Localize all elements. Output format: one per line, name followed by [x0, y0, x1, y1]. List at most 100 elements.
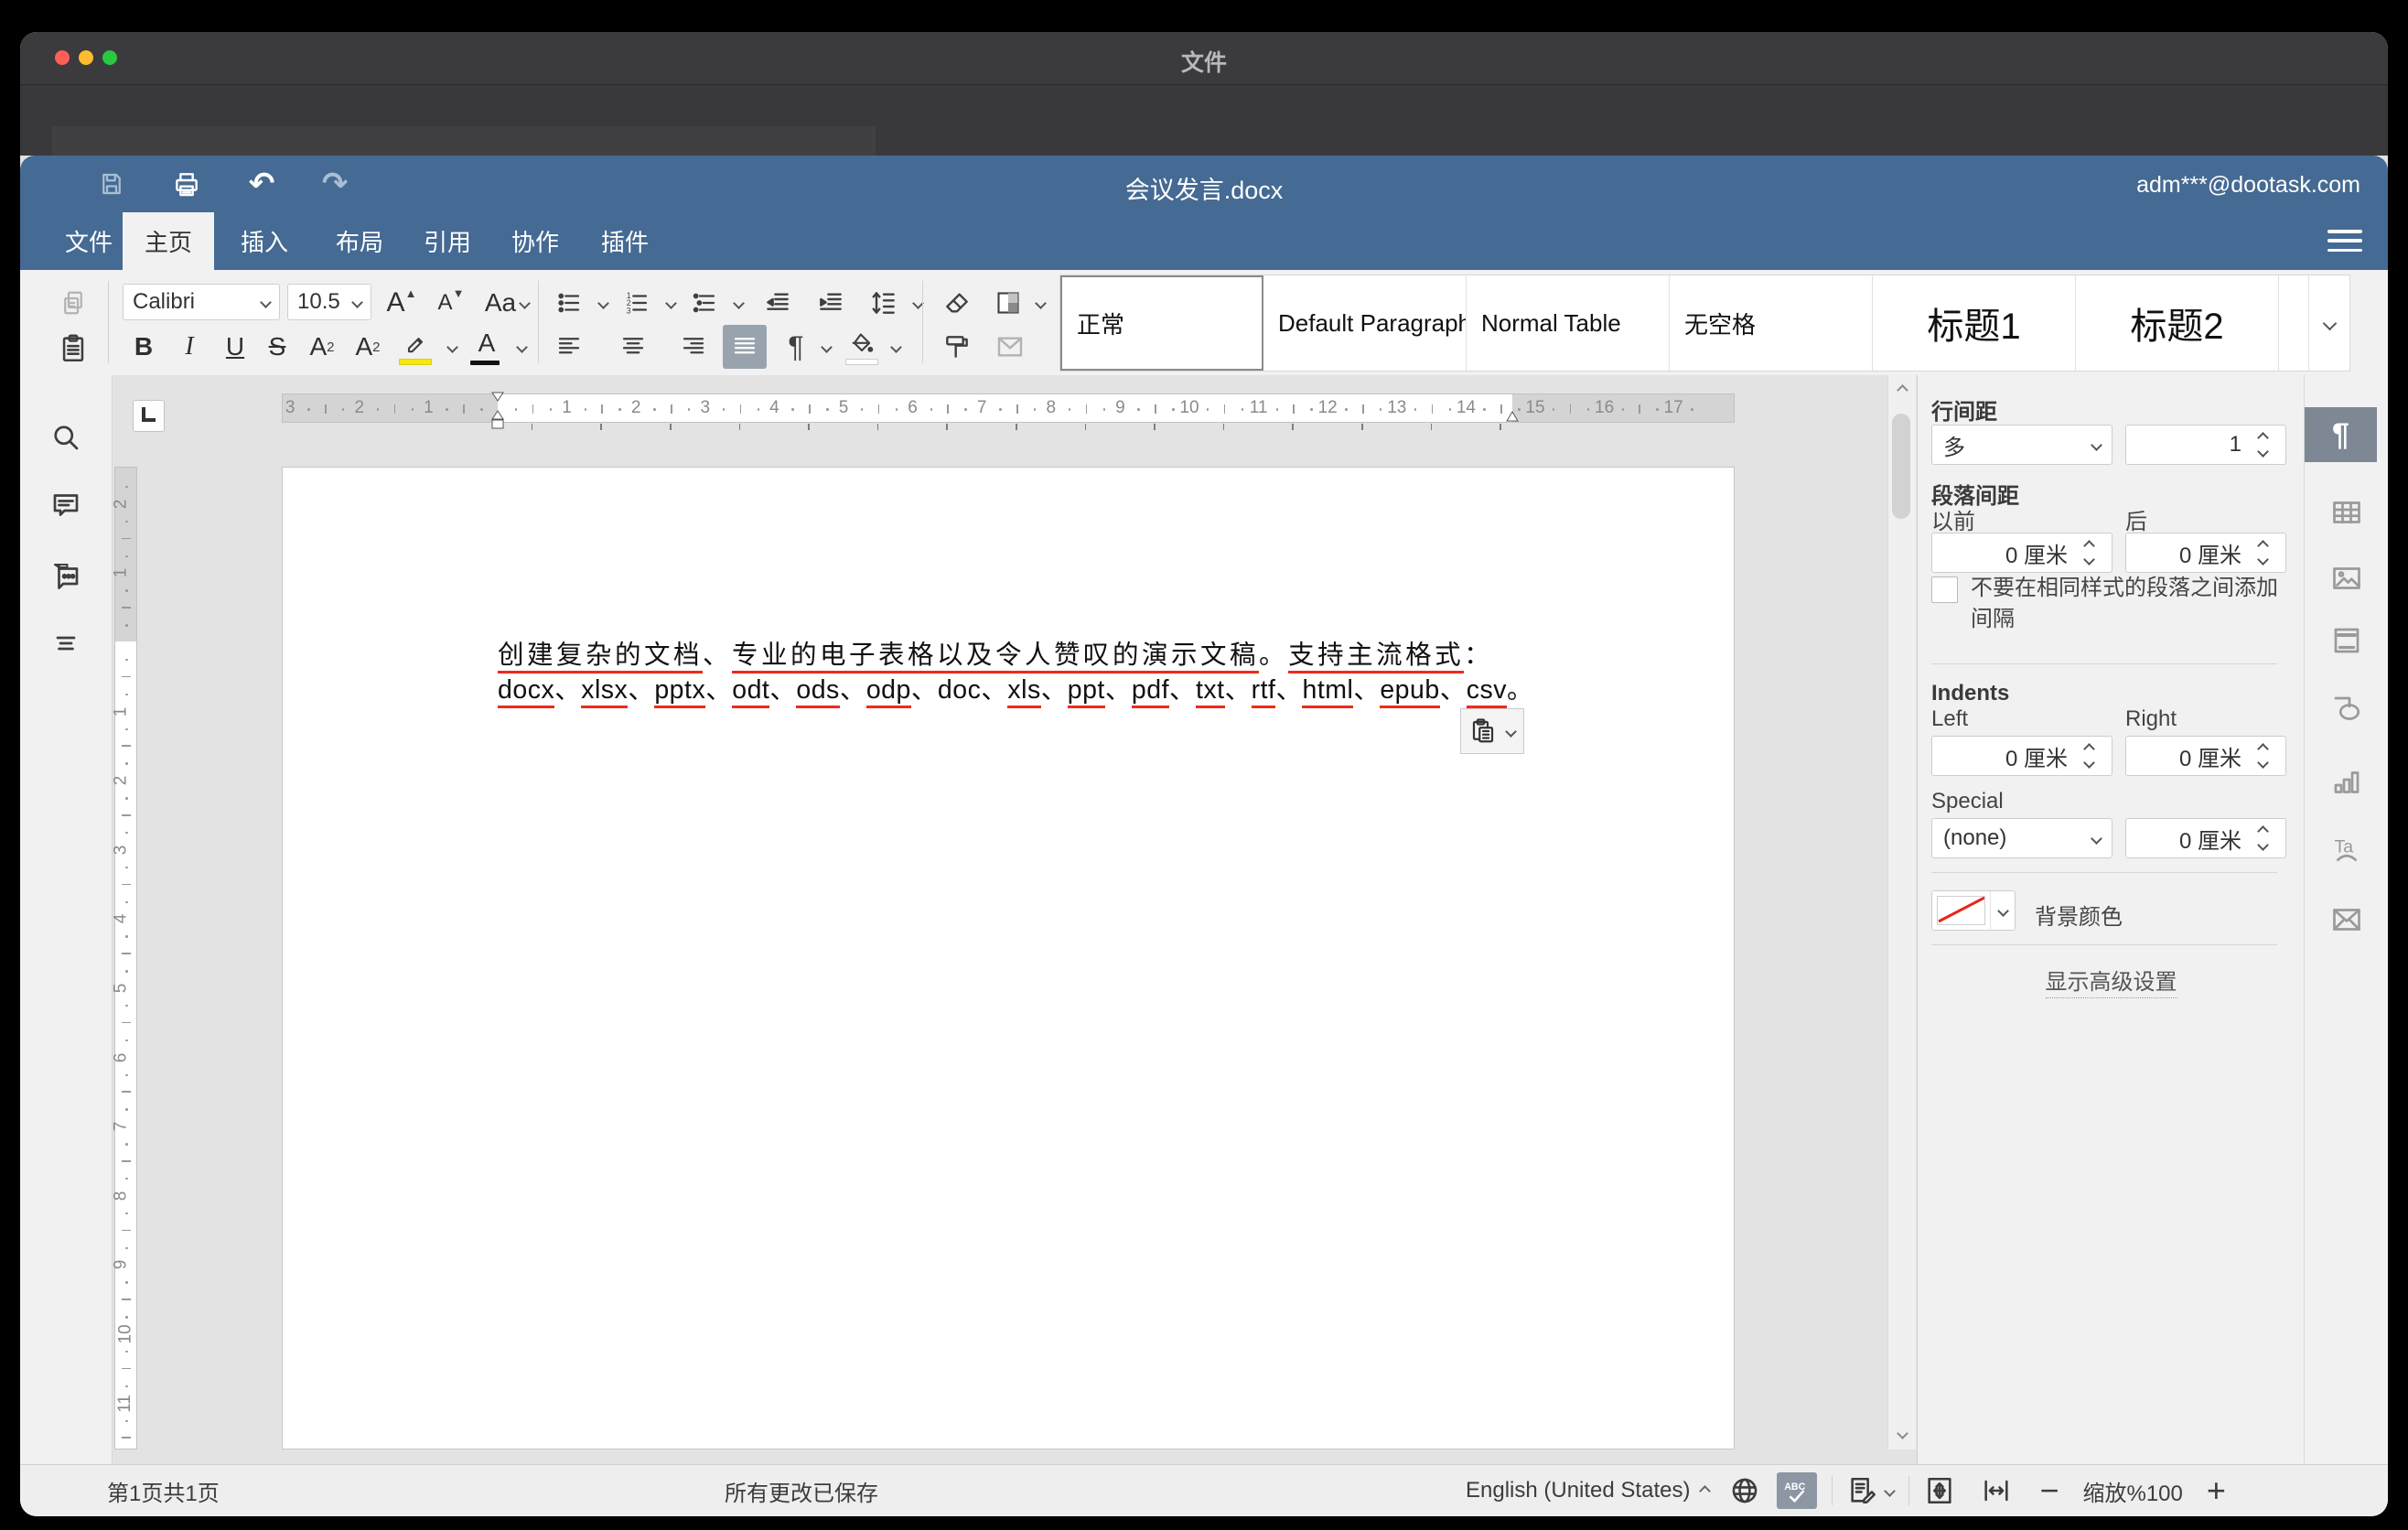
change-case-button[interactable]: Aa	[478, 283, 536, 323]
background-color-dropdown[interactable]	[1990, 891, 2015, 930]
font-name-combo[interactable]: Calibri	[123, 284, 280, 320]
styles-gallery-expand-button[interactable]	[2308, 275, 2349, 371]
textart-settings-tab[interactable]: Ta	[2327, 831, 2367, 871]
ribbon-tab-7[interactable]: 插件	[589, 212, 661, 270]
numbered-list-button[interactable]: 123	[617, 283, 657, 323]
style-item[interactable]: 正常	[1060, 275, 1263, 371]
fit-page-button[interactable]	[1924, 1475, 1955, 1506]
ribbon-tab-1[interactable]: 文件	[53, 212, 124, 270]
first-line-indent-marker[interactable]	[490, 392, 505, 432]
bullet-list-dropdown[interactable]	[591, 283, 611, 323]
copy-style-button[interactable]	[935, 327, 979, 367]
document-page[interactable]: 创建复杂的文档、专业的电子表格以及令人赞叹的演示文稿。支持主流格式： docx、…	[282, 467, 1735, 1449]
spellcheck-button[interactable]: ABC	[1777, 1472, 1817, 1509]
paragraph-text[interactable]: 创建复杂的文档、专业的电子表格以及令人赞叹的演示文稿。支持主流格式： docx、…	[498, 638, 1515, 707]
borders-shading-dropdown[interactable]	[1028, 283, 1048, 323]
strikethrough-button[interactable]: S	[258, 327, 296, 367]
style-item[interactable]: 无空格	[1670, 275, 1873, 371]
ribbon-tab-4[interactable]: 布局	[324, 212, 395, 270]
language-selector[interactable]: English (United States)	[1466, 1478, 1690, 1503]
no-space-same-style-checkbox[interactable]	[1931, 576, 1958, 603]
paste-options-button[interactable]	[1460, 708, 1524, 754]
tab-stop-selector[interactable]	[133, 400, 165, 432]
highlight-color-button[interactable]	[395, 327, 435, 367]
mail-merge-settings-tab[interactable]	[2327, 900, 2367, 940]
shading-button[interactable]	[842, 327, 882, 367]
navigation-button[interactable]	[46, 623, 86, 663]
scroll-up-button[interactable]	[1892, 379, 1912, 401]
clear-style-button[interactable]	[935, 283, 979, 323]
style-item[interactable]: Normal Table	[1467, 275, 1670, 371]
decrease-indent-button[interactable]	[756, 283, 800, 323]
spacing-before-spinner[interactable]: 0 厘米	[1931, 533, 2112, 573]
search-button[interactable]	[46, 417, 86, 458]
paragraph-marks-dropdown[interactable]	[814, 327, 834, 367]
align-right-button[interactable]	[673, 327, 714, 367]
background-color-button[interactable]	[1931, 890, 2016, 931]
bold-button[interactable]: B	[124, 327, 163, 367]
chat-button[interactable]	[46, 555, 86, 596]
line-spacing-amount-spinner[interactable]: 1	[2125, 425, 2286, 465]
line-spacing-select[interactable]: 多	[1931, 425, 2112, 465]
header-footer-settings-tab[interactable]	[2327, 620, 2367, 661]
indent-left-spinner[interactable]: 0 厘米	[1931, 736, 2112, 776]
numbered-list-dropdown[interactable]	[659, 283, 679, 323]
font-color-button[interactable]: A	[467, 327, 507, 367]
vertical-scroll-thumb[interactable]	[1892, 414, 1910, 519]
zoom-out-button[interactable]: −	[2039, 1471, 2059, 1510]
fit-width-button[interactable]	[1981, 1475, 2012, 1506]
shape-settings-tab[interactable]	[2327, 689, 2367, 729]
table-settings-tab[interactable]	[2327, 492, 2367, 533]
italic-button[interactable]: I	[170, 327, 209, 367]
paste-button[interactable]	[51, 327, 95, 371]
align-center-button[interactable]	[613, 327, 653, 367]
special-select[interactable]: (none)	[1931, 818, 2112, 858]
image-settings-tab[interactable]	[2327, 558, 2367, 598]
multilevel-list-dropdown[interactable]	[726, 283, 747, 323]
copy-button[interactable]	[53, 283, 93, 323]
increase-font-button[interactable]: A▲	[381, 283, 423, 323]
borders-shading-button[interactable]	[988, 283, 1028, 323]
horizontal-ruler[interactable]: 3211234567891011121314151617	[282, 393, 1735, 423]
underline-button[interactable]: U	[216, 327, 254, 367]
font-color-dropdown[interactable]	[509, 327, 531, 367]
menu-hamburger-icon[interactable]	[2327, 226, 2362, 255]
vertical-ruler[interactable]: 211234567891011	[114, 467, 137, 1449]
ribbon-tab-3[interactable]: 插入	[229, 212, 300, 270]
superscript-button[interactable]: A2	[302, 327, 342, 367]
vertical-scrollbar[interactable]	[1887, 375, 1916, 1449]
highlight-color-dropdown[interactable]	[439, 327, 461, 367]
special-amount-spinner[interactable]: 0 厘米	[2125, 818, 2286, 858]
bullet-list-button[interactable]	[549, 283, 589, 323]
paragraph-settings-tab[interactable]: ¶	[2305, 407, 2377, 462]
multilevel-list-button[interactable]	[684, 283, 725, 323]
style-item[interactable]: Default Paragraph	[1263, 275, 1467, 371]
set-language-button[interactable]	[1729, 1475, 1760, 1506]
style-item[interactable]: 标题2	[2076, 275, 2279, 371]
page-count[interactable]: 第1页共1页	[107, 1465, 220, 1516]
subscript-button[interactable]: A2	[348, 327, 388, 367]
ribbon-tab-2[interactable]: 主页	[123, 212, 214, 270]
style-item[interactable]: 标题1	[1873, 275, 2076, 371]
track-changes-button[interactable]	[1847, 1475, 1878, 1506]
font-size-combo[interactable]: 10.5	[287, 284, 371, 320]
advanced-settings-link[interactable]: 显示高级设置	[1918, 964, 2305, 996]
justify-button[interactable]	[723, 325, 767, 369]
comments-button[interactable]	[46, 485, 86, 525]
chart-settings-tab[interactable]	[2327, 762, 2367, 803]
ribbon-tab-6[interactable]: 协作	[500, 212, 571, 270]
zoom-level[interactable]: 缩放%100	[2082, 1475, 2182, 1507]
ribbon-tab-5[interactable]: 引用	[412, 212, 483, 270]
spacing-after-spinner[interactable]: 0 厘米	[2125, 533, 2286, 573]
mail-merge-button[interactable]	[988, 327, 1032, 367]
align-left-button[interactable]	[549, 327, 589, 367]
right-indent-marker[interactable]	[1505, 409, 1520, 423]
shading-dropdown[interactable]	[884, 327, 904, 367]
scroll-down-button[interactable]	[1892, 1422, 1912, 1444]
zoom-in-button[interactable]: +	[2207, 1471, 2226, 1510]
line-spacing-button[interactable]	[862, 283, 906, 323]
decrease-font-button[interactable]: A▼	[430, 283, 472, 323]
increase-indent-button[interactable]	[809, 283, 853, 323]
paragraph-marks-button[interactable]: ¶	[778, 327, 814, 367]
indent-right-spinner[interactable]: 0 厘米	[2125, 736, 2286, 776]
